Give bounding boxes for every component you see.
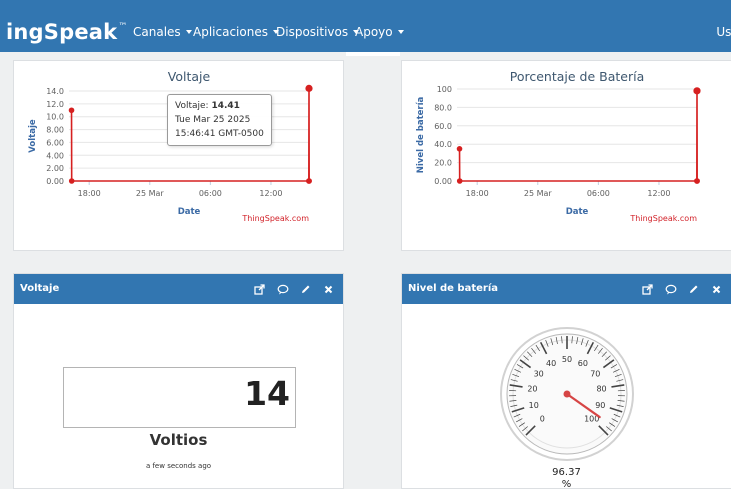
x-axis-title: Date [566, 207, 589, 217]
x-tick-label: 12:00 [647, 189, 670, 198]
series-line [458, 90, 698, 182]
tooltip-date: Tue Mar 25 2025 [175, 115, 251, 125]
widget-voltaje: Voltaje 14 Voltios a few seconds ago [13, 273, 344, 489]
chart-title: Voltaje [168, 69, 211, 84]
widget-title: Nivel de batería [408, 283, 499, 294]
gauge-scale-label: 90 [595, 401, 605, 410]
gauge-needle-hub [563, 390, 571, 398]
chart-card-bateria: Porcentaje de Batería 0.00 20.0 40.0 60.0 80.… [401, 60, 731, 251]
y-tick-label: 4.00 [46, 151, 64, 160]
y-tick-label: 2.00 [46, 164, 64, 173]
battery-line-chart[interactable]: Porcentaje de Batería 0.00 20.0 40.0 60.0 80.… [402, 61, 731, 252]
x-tick-label: 18:00 [466, 189, 489, 198]
data-point[interactable] [305, 84, 313, 92]
nav-menu-label: Apoyo [355, 25, 393, 39]
nav-menu-apoyo[interactable]: Apoyo [355, 25, 404, 39]
data-point[interactable] [456, 146, 463, 152]
chart-title: Porcentaje de Batería [510, 69, 645, 84]
brand-logo[interactable]: ingSpeak™ [6, 20, 128, 44]
nav-menu-aplicaciones[interactable]: Aplicaciones [193, 25, 279, 39]
external-link-icon[interactable] [641, 283, 654, 296]
y-tick-label: 0.00 [46, 177, 64, 186]
widget-title: Voltaje [20, 283, 60, 294]
nav-active-indicator [346, 52, 400, 56]
y-tick-label: 20.0 [434, 159, 452, 168]
tooltip-label: Voltaje: [175, 101, 209, 111]
y-axis-title: Nivel de batería [416, 96, 426, 173]
x-tick-label: 25 Mar [136, 189, 165, 198]
gauge-value-text: 96.37 [552, 467, 581, 478]
data-point[interactable] [694, 178, 700, 184]
nav-menu-label: Aplicaciones [193, 25, 268, 39]
battery-gauge: 010203040 50 60708090100 [500, 327, 634, 461]
y-tick-label: 60.0 [434, 122, 452, 131]
gauge-scale-label: 70 [590, 369, 600, 378]
widget-nivel-bateria: Nivel de batería 0 10 20 30 40 50 60 70 80 90 100 … [401, 273, 731, 489]
top-navbar: ingSpeak™ Canales Aplicaciones Dispositi… [0, 0, 731, 52]
close-icon[interactable] [322, 283, 335, 296]
last-updated-text: a few seconds ago [145, 462, 212, 470]
external-link-icon[interactable] [253, 283, 266, 296]
y-tick-label: 100 [437, 85, 452, 94]
y-axis-title: Voltaje [28, 119, 38, 153]
y-tick-label: 80.0 [434, 103, 452, 112]
y-tick-label: 12.0 [46, 100, 64, 109]
voltage-line-chart[interactable]: Voltaje 0.00 2.00 4.00 6.00 8.00 10.0 12.0 14.0 1… [14, 61, 345, 252]
pencil-icon[interactable] [299, 283, 312, 296]
x-tick-label: 06:00 [199, 189, 222, 198]
comment-icon[interactable] [664, 283, 677, 296]
nav-user-menu[interactable]: Usu [716, 25, 731, 39]
x-tick-label: 12:00 [259, 189, 282, 198]
x-tick-label: 06:00 [587, 189, 610, 198]
y-tick-label: 8.00 [46, 126, 64, 135]
y-tick-label: 6.00 [46, 138, 64, 147]
tooltip-time: 15:46:41 GMT-0500 [175, 129, 264, 139]
numeric-units: Voltios [149, 431, 208, 449]
data-point[interactable] [306, 178, 312, 184]
gauge-scale-label: 40 [546, 359, 556, 368]
gauge-scale-label: 20 [527, 385, 537, 394]
caret-down-icon [185, 30, 192, 34]
nav-menu-dispositivos[interactable]: Dispositivos [276, 25, 360, 39]
gauge-unit-text: % [561, 479, 572, 489]
widget-header: Voltaje [14, 274, 343, 304]
nav-menu-label: Canales [133, 25, 181, 39]
gauge-scale-label: 80 [596, 385, 606, 394]
data-point[interactable] [456, 178, 463, 184]
widget-toolbar [253, 282, 335, 296]
y-tick-label: 40.0 [434, 140, 452, 149]
pencil-icon[interactable] [687, 283, 700, 296]
gauge-scale-label: 60 [578, 359, 588, 368]
numeric-value: 14 [244, 374, 290, 413]
y-tick-label: 14.0 [46, 87, 64, 96]
data-point[interactable] [68, 107, 75, 114]
x-axis-title: Date [178, 207, 201, 217]
numeric-display-box: 14 [63, 367, 296, 428]
x-tick-label: 25 Mar [524, 189, 553, 198]
widget-toolbar [641, 282, 723, 296]
gauge-scale-label: 50 [562, 355, 572, 364]
close-icon[interactable] [710, 283, 723, 296]
gauge-scale-label: 0 [540, 415, 545, 424]
caret-down-icon [397, 30, 404, 34]
nav-menu-canales[interactable]: Canales [133, 25, 192, 39]
chart-tooltip: Voltaje: 14.41 Tue Mar 25 2025 15:46:41 … [167, 94, 272, 146]
chart-card-voltaje: Voltaje 0.00 2.00 4.00 6.00 8.00 10.0 12.0 14.0 1… [13, 60, 344, 251]
comment-icon[interactable] [276, 283, 289, 296]
y-tick-label: 10.0 [46, 113, 64, 122]
data-point[interactable] [693, 87, 701, 95]
tooltip-value: 14.41 [211, 101, 240, 111]
trademark-mark: ™ [118, 22, 128, 32]
gauge-scale-label: 30 [534, 369, 544, 378]
widget-header: Nivel de batería [402, 274, 731, 304]
nav-menu-label: Dispositivos [276, 25, 349, 39]
gauge-scale-label: 10 [529, 401, 539, 410]
x-tick-label: 18:00 [78, 189, 101, 198]
y-tick-label: 0.00 [434, 177, 452, 186]
data-point[interactable] [68, 178, 75, 184]
chart-credit-link[interactable]: ThingSpeak.com [241, 214, 309, 223]
chart-credit-link[interactable]: ThingSpeak.com [629, 214, 697, 223]
